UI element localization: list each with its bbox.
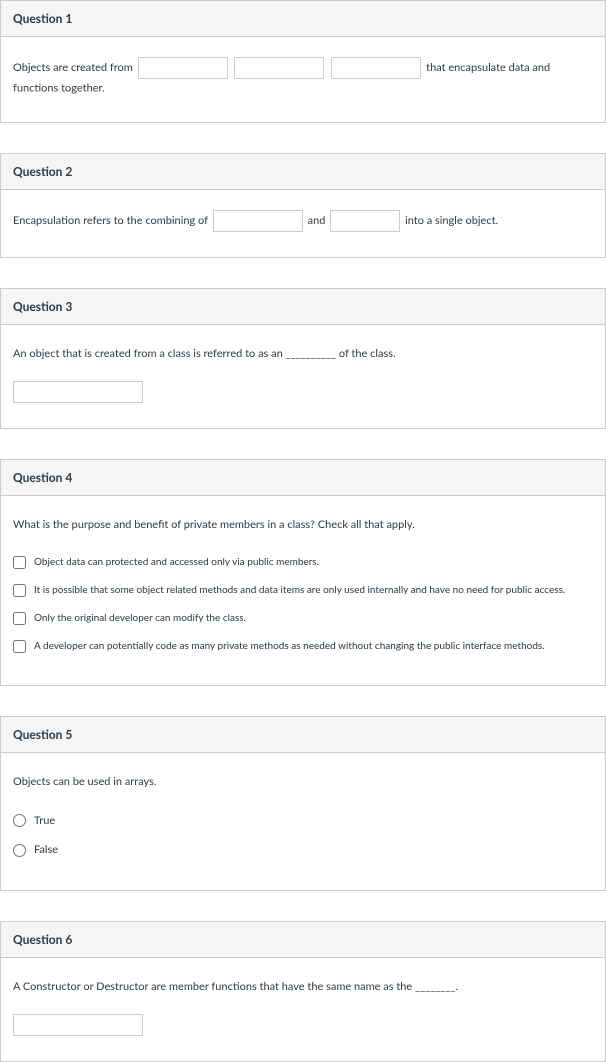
question-1-header: Question 1 (1, 1, 605, 37)
q4-checkbox-3[interactable] (13, 640, 26, 653)
question-6-title: Question 6 (13, 932, 72, 947)
q4-option-0[interactable]: Object data can protected and accessed o… (13, 548, 593, 576)
q4-option-label-0: Object data can protected and accessed o… (34, 554, 319, 570)
q6-blank-1[interactable] (13, 1014, 143, 1036)
question-2-title: Question 2 (13, 164, 72, 179)
question-1-block: Question 1 Objects are created from that… (0, 0, 606, 123)
q6-prompt: A Constructor or Destructor are member f… (13, 978, 593, 996)
q4-checkbox-2[interactable] (13, 612, 26, 625)
q4-option-2[interactable]: Only the original developer can modify t… (13, 604, 593, 632)
q4-option-label-1: It is possible that some object related … (34, 582, 565, 598)
q2-text-before: Encapsulation refers to the combining of (13, 214, 208, 227)
question-2-body: Encapsulation refers to the combining of… (1, 190, 605, 257)
question-3-title: Question 3 (13, 299, 72, 314)
q5-option-label-0: True (34, 812, 55, 830)
q5-option-0[interactable]: True (13, 806, 593, 836)
q4-option-label-3: A developer can potentially code as many… (34, 638, 545, 654)
question-4-title: Question 4 (13, 470, 72, 485)
q1-blank-2[interactable] (234, 57, 324, 79)
question-5-body: Objects can be used in arrays. True Fals… (1, 753, 605, 890)
q5-prompt: Objects can be used in arrays. (13, 773, 593, 791)
question-5-title: Question 5 (13, 727, 72, 742)
q5-option-1[interactable]: False (13, 835, 593, 865)
q1-text-before: Objects are created from (13, 61, 133, 74)
question-2-header: Question 2 (1, 154, 605, 190)
question-4-body: What is the purpose and benefit of priva… (1, 496, 605, 686)
q4-prompt: What is the purpose and benefit of priva… (13, 516, 593, 534)
question-5-block: Question 5 Objects can be used in arrays… (0, 716, 606, 891)
q2-text-after: into a single object. (405, 214, 498, 227)
question-3-body: An object that is created from a class i… (1, 325, 605, 428)
q3-blank-1[interactable] (13, 381, 143, 403)
q4-checkbox-0[interactable] (13, 556, 26, 569)
question-3-block: Question 3 An object that is created fro… (0, 288, 606, 429)
question-6-header: Question 6 (1, 922, 605, 958)
q4-option-label-2: Only the original developer can modify t… (34, 610, 246, 626)
question-3-header: Question 3 (1, 289, 605, 325)
question-2-block: Question 2 Encapsulation refers to the c… (0, 153, 606, 258)
q1-blank-3[interactable] (331, 57, 421, 79)
q4-option-3[interactable]: A developer can potentially code as many… (13, 632, 593, 660)
q2-text-mid: and (308, 214, 326, 227)
question-4-block: Question 4 What is the purpose and benef… (0, 459, 606, 687)
q2-blank-2[interactable] (330, 210, 400, 232)
q1-blank-1[interactable] (138, 57, 228, 79)
question-6-block: Question 6 A Constructor or Destructor a… (0, 921, 606, 1062)
q5-radio-true[interactable] (13, 814, 26, 827)
question-1-title: Question 1 (13, 11, 72, 26)
q3-prompt: An object that is created from a class i… (13, 345, 593, 363)
question-1-body: Objects are created from that encapsulat… (1, 37, 605, 122)
question-5-header: Question 5 (1, 717, 605, 753)
q2-blank-1[interactable] (213, 210, 303, 232)
q5-radio-false[interactable] (13, 844, 26, 857)
question-4-header: Question 4 (1, 460, 605, 496)
question-6-body: A Constructor or Destructor are member f… (1, 958, 605, 1061)
q4-checkbox-1[interactable] (13, 584, 26, 597)
q4-option-1[interactable]: It is possible that some object related … (13, 576, 593, 604)
q5-option-label-1: False (34, 841, 58, 859)
